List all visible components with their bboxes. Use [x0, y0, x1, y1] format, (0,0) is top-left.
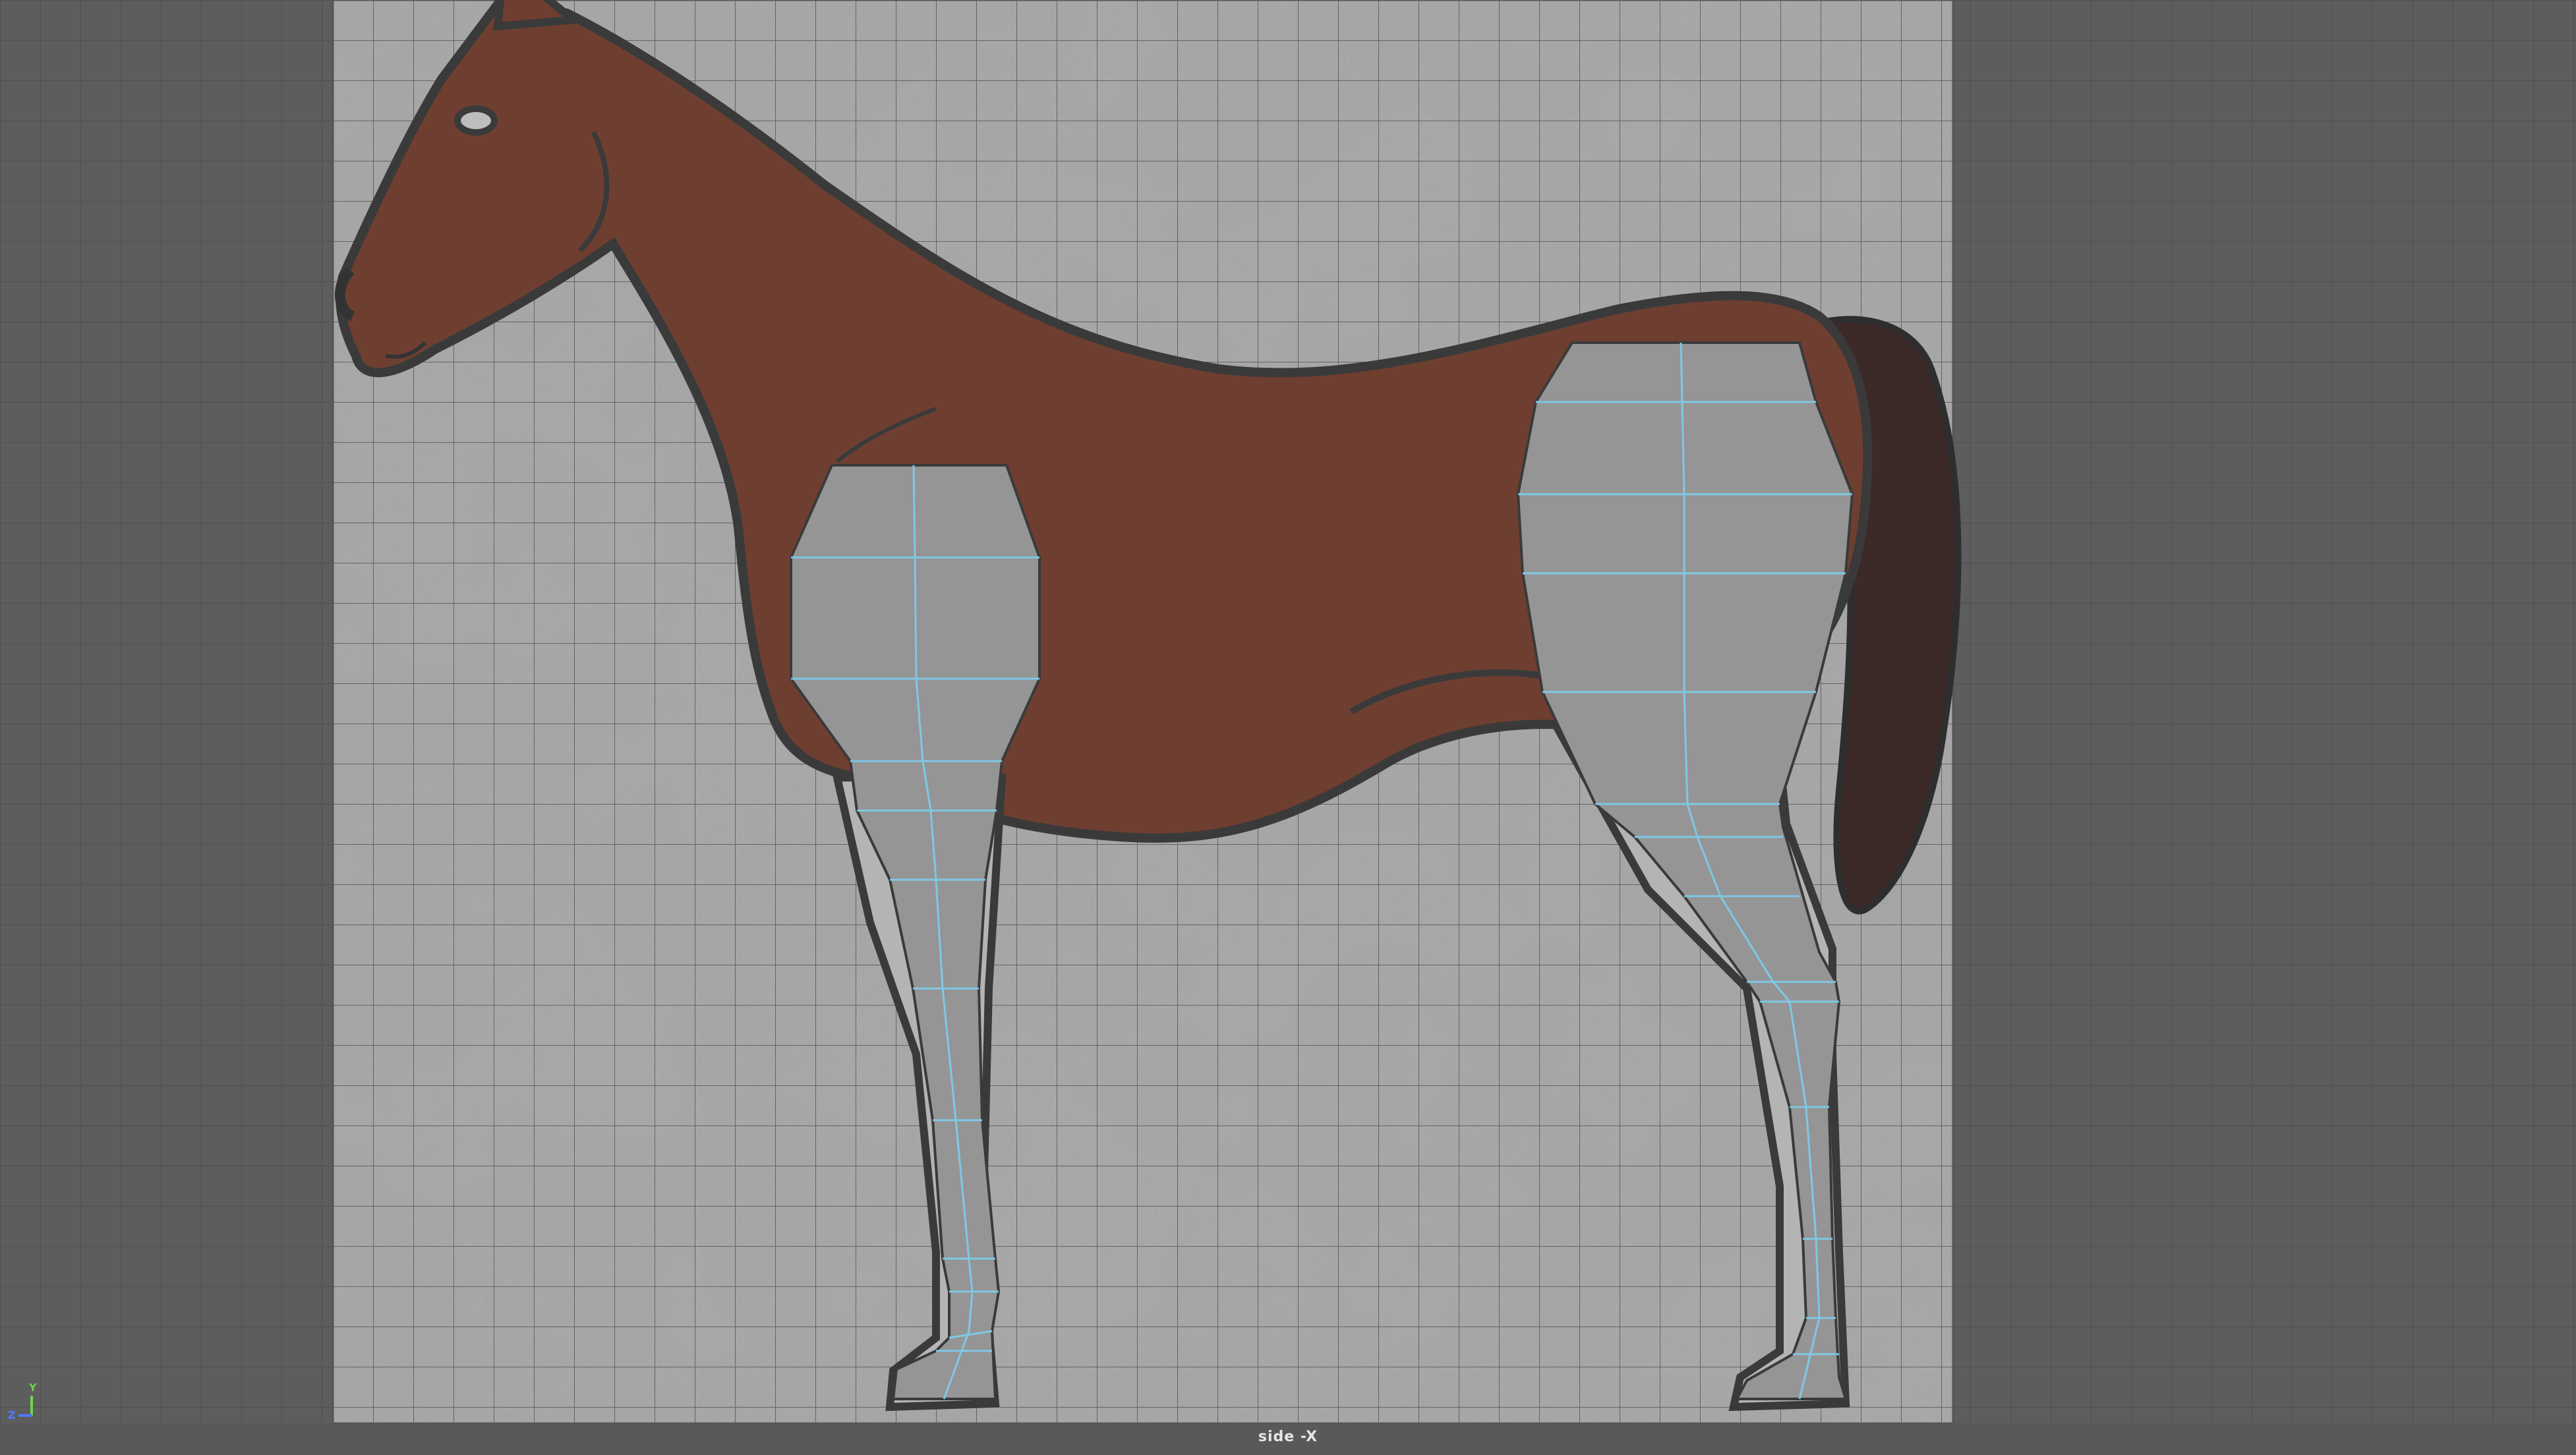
view-name-label: side -X: [1258, 1429, 1318, 1445]
viewport-scene[interactable]: [0, 0, 2576, 1455]
side-viewport[interactable]: Y Z side -X: [0, 0, 2576, 1455]
horse-eye: [454, 105, 498, 136]
axis-y-label: Y: [29, 1381, 37, 1394]
axis-gizmo: Y Z: [5, 1381, 45, 1423]
axis-z-label: Z: [8, 1409, 16, 1421]
